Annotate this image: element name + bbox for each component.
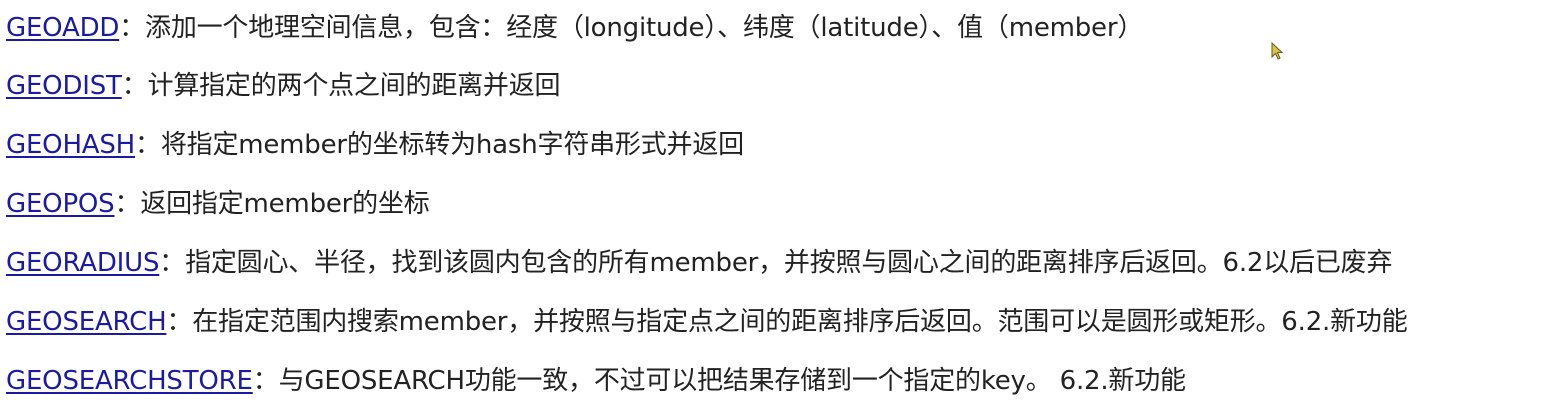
separator: ： <box>121 71 148 101</box>
separator: ： <box>114 189 141 219</box>
list-item: GEOSEARCH：在指定范围内搜索member，并按照与指定点之间的距离排序后… <box>6 302 1408 342</box>
command-link-geosearchstore[interactable]: GEOSEARCHSTORE <box>6 366 253 396</box>
separator: ： <box>159 248 186 278</box>
list-item: GEOHASH：将指定member的坐标转为hash字符串形式并返回 <box>6 125 744 165</box>
list-item: GEOPOS：返回指定member的坐标 <box>6 184 430 224</box>
list-item: GEOADD：添加一个地理空间信息，包含：经度（longitude）、纬度（la… <box>6 8 1143 48</box>
command-description: 指定圆心、半径，找到该圆内包含的所有member，并按照与圆心之间的距离排序后返… <box>185 248 1393 278</box>
command-link-geosearch[interactable]: GEOSEARCH <box>6 307 167 337</box>
list-item: GEOSEARCHSTORE：与GEOSEARCH功能一致，不过可以把结果存储到… <box>6 361 1186 401</box>
command-description: 与GEOSEARCH功能一致，不过可以把结果存储到一个指定的key。 6.2.新… <box>278 366 1186 396</box>
command-description: 将指定member的坐标转为hash字符串形式并返回 <box>160 130 744 160</box>
command-link-georadius[interactable]: GEORADIUS <box>6 248 159 278</box>
separator: ： <box>135 130 161 160</box>
command-link-geoadd[interactable]: GEOADD <box>6 13 119 43</box>
command-link-geohash[interactable]: GEOHASH <box>6 130 135 160</box>
command-description: 返回指定member的坐标 <box>140 189 430 219</box>
command-link-geopos[interactable]: GEOPOS <box>6 189 115 219</box>
list-item: GEODIST：计算指定的两个点之间的距离并返回 <box>6 66 561 106</box>
separator: ： <box>166 307 193 337</box>
separator: ： <box>252 366 279 396</box>
command-link-geodist[interactable]: GEODIST <box>6 71 122 101</box>
command-description: 在指定范围内搜索member，并按照与指定点之间的距离排序后返回。范围可以是圆形… <box>192 307 1408 337</box>
list-item: GEORADIUS：指定圆心、半径，找到该圆内包含的所有member，并按照与圆… <box>6 243 1392 283</box>
mouse-pointer-icon <box>1271 42 1284 60</box>
command-description: 计算指定的两个点之间的距离并返回 <box>147 71 561 101</box>
separator: ： <box>119 13 146 43</box>
command-description: 添加一个地理空间信息，包含：经度（longitude）、纬度（latitude）… <box>145 13 1144 43</box>
